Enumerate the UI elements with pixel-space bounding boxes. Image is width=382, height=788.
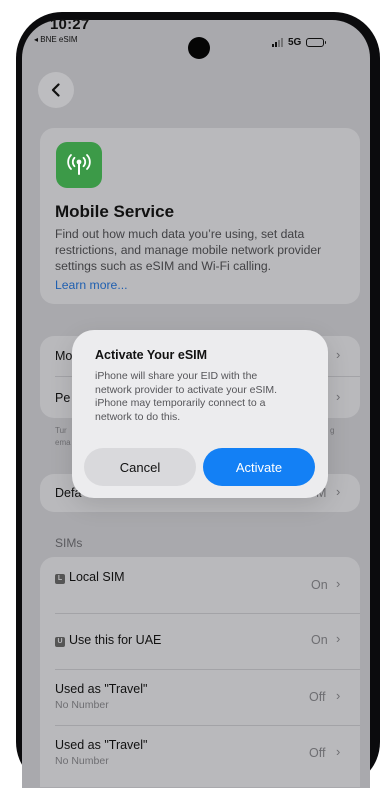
status-time: 10:27 — [50, 16, 90, 33]
service-title: Mobile Service — [55, 202, 175, 221]
status-carrier: ◂ BNE eSIM — [34, 35, 78, 44]
chevron-right-icon: › — [336, 576, 341, 591]
sim-subtitle: No Number — [55, 699, 109, 711]
sim-name: Used as "Travel" — [55, 682, 148, 696]
signal-icon — [272, 38, 283, 47]
list-item[interactable]: U Use this for UAE On › — [40, 614, 360, 669]
row-label-2[interactable]: Pe — [55, 391, 70, 405]
chevron-right-icon: › — [336, 347, 341, 362]
chevron-right-icon: › — [336, 389, 341, 404]
back-button[interactable] — [38, 72, 74, 108]
dialog-message: iPhone will share your EID with the netw… — [95, 370, 278, 423]
footnote-end: g — [330, 426, 335, 435]
list-item[interactable]: L Local SIM On › — [40, 557, 360, 613]
sim-name: Local SIM — [69, 570, 125, 584]
sims-list: L Local SIM On › U Use this for UAE On › U… — [40, 557, 360, 787]
cancel-button[interactable]: Cancel — [84, 448, 196, 486]
learn-more-link[interactable]: Learn more... — [55, 278, 127, 292]
activate-button[interactable]: Activate — [203, 448, 315, 486]
sim-status: Off — [309, 690, 326, 704]
sim-label: U Use this for UAE — [55, 633, 161, 647]
sim-name: Used as "Travel" — [55, 738, 148, 752]
list-item[interactable]: Used as "Travel" No Number Off › — [40, 726, 360, 781]
status-indicators: 5G — [272, 37, 327, 48]
row-label-1[interactable]: Mo — [55, 349, 72, 363]
activate-esim-dialog: Activate Your eSIM iPhone will share you… — [72, 330, 328, 498]
footnote-line-2: ema — [55, 438, 71, 447]
mobile-service-card: Mobile Service Find out how much data yo… — [40, 128, 360, 304]
sim-name: Use this for UAE — [69, 633, 162, 647]
battery-icon — [306, 38, 327, 47]
chevron-right-icon: › — [336, 484, 341, 499]
sim-label: L Local SIM — [55, 570, 125, 584]
chevron-right-icon: › — [336, 631, 341, 646]
front-camera — [188, 37, 210, 59]
sims-section-header: SIMs — [55, 536, 83, 550]
dialog-title: Activate Your eSIM — [95, 348, 208, 362]
footnote-line-1: Tur — [55, 426, 67, 435]
antenna-icon — [56, 142, 102, 188]
sim-badge-icon: L — [55, 574, 65, 584]
sim-status: Off — [309, 746, 326, 760]
chevron-right-icon: › — [336, 744, 341, 759]
chevron-right-icon: › — [336, 688, 341, 703]
sim-badge-icon: U — [55, 637, 65, 647]
list-item[interactable]: Used as "Travel" No Number Off › — [40, 670, 360, 725]
network-type: 5G — [288, 37, 302, 48]
sim-status: On — [311, 633, 328, 647]
chevron-left-icon — [51, 83, 60, 97]
sim-subtitle: No Number — [55, 755, 109, 767]
sim-status: On — [311, 578, 328, 592]
service-description: Find out how much data you’re using, set… — [55, 227, 322, 273]
